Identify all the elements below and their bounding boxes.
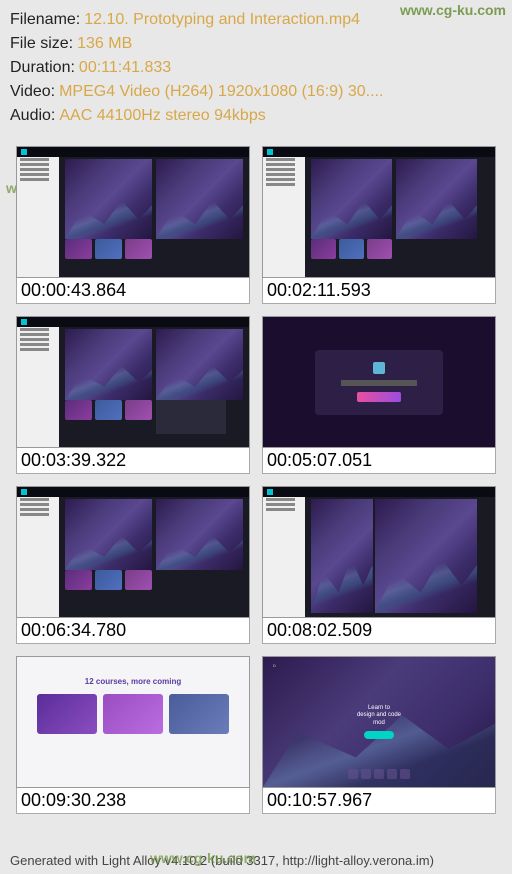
thumbnail-image: D Learn todesign and codemod (262, 656, 496, 788)
app-sidebar (17, 487, 59, 617)
hero-nav: D (273, 663, 485, 668)
thumbnail-image (16, 486, 250, 618)
app-topbar (17, 487, 249, 497)
timecode: 00:03:39.322 (16, 448, 250, 474)
course-card (169, 694, 229, 734)
app-rightpanel (483, 147, 495, 277)
timecode: 00:09:30.238 (16, 788, 250, 814)
info-row-filesize: File size: 136 MB (10, 32, 502, 56)
course-card (37, 694, 97, 734)
app-sidebar (263, 147, 305, 277)
video-label: Video: (10, 80, 55, 104)
thumbnail-8: D Learn todesign and codemod 00:10:57.96… (262, 656, 496, 814)
timecode: 00:05:07.051 (262, 448, 496, 474)
timecode: 00:00:43.864 (16, 278, 250, 304)
info-row-video: Video: MPEG4 Video (H264) 1920x1080 (16:… (10, 80, 502, 104)
app-canvas (59, 147, 249, 277)
hero-cta-button (364, 731, 394, 739)
timecode: 00:10:57.967 (262, 788, 496, 814)
app-canvas (305, 147, 483, 277)
app-topbar (17, 147, 249, 157)
timecode: 00:02:11.593 (262, 278, 496, 304)
modal-icon (373, 362, 385, 374)
hero-section: D Learn todesign and codemod (263, 657, 495, 787)
card-row (27, 694, 239, 734)
timecode: 00:08:02.509 (262, 618, 496, 644)
filename-value: 12.10. Prototyping and Interaction.mp4 (84, 8, 360, 32)
app-topbar (17, 317, 249, 327)
audio-value: AAC 44100Hz stereo 94kbps (59, 104, 265, 128)
hero-heading: Learn todesign and codemod (357, 705, 401, 727)
thumbnail-image (262, 146, 496, 278)
thumbnail-image (16, 316, 250, 448)
light-section: 12 courses, more coming (17, 657, 249, 787)
thumbnail-1: 00:00:43.864 (16, 146, 250, 304)
thumbnail-3: 00:03:39.322 (16, 316, 250, 474)
filename-label: Filename: (10, 8, 80, 32)
watermark-top: www.cg-ku.com (400, 2, 506, 18)
thumbnail-image (16, 146, 250, 278)
filesize-value: 136 MB (77, 32, 132, 56)
thumbnail-5: 00:06:34.780 (16, 486, 250, 644)
modal-button (357, 392, 402, 402)
timecode: 00:06:34.780 (16, 618, 250, 644)
app-topbar (263, 487, 495, 497)
section-heading: 12 courses, more coming (27, 677, 239, 686)
thumbnail-7: 12 courses, more coming 00:09:30.238 (16, 656, 250, 814)
hero-icon-row (348, 769, 410, 779)
thumbnail-6: 00:08:02.509 (262, 486, 496, 644)
app-sidebar (17, 147, 59, 277)
app-sidebar (17, 317, 59, 447)
info-row-duration: Duration: 00:11:41.833 (10, 56, 502, 80)
audio-label: Audio: (10, 104, 55, 128)
thumbnail-image (262, 486, 496, 618)
app-canvas (59, 317, 249, 447)
duration-label: Duration: (10, 56, 75, 80)
thumbnail-image: 12 courses, more coming (16, 656, 250, 788)
app-topbar (263, 147, 495, 157)
filesize-label: File size: (10, 32, 73, 56)
duration-value: 00:11:41.833 (79, 56, 171, 80)
thumbnail-4: 00:05:07.051 (262, 316, 496, 474)
course-card (103, 694, 163, 734)
modal-screen (263, 317, 495, 447)
file-info-panel: Filename: 12.10. Prototyping and Interac… (0, 0, 512, 136)
app-canvas (59, 487, 249, 617)
video-value: MPEG4 Video (H264) 1920x1080 (16:9) 30..… (59, 80, 383, 104)
app-canvas (305, 487, 483, 617)
thumbnail-image (262, 316, 496, 448)
modal-dialog (315, 350, 443, 415)
watermark-bottom: www.cg-ku.com (150, 850, 256, 866)
info-row-audio: Audio: AAC 44100Hz stereo 94kbps (10, 104, 502, 128)
thumbnail-grid: 00:00:43.864 00:02:11.593 (0, 136, 512, 824)
modal-text (341, 380, 418, 386)
app-sidebar (263, 487, 305, 617)
app-rightpanel (483, 487, 495, 617)
thumbnail-2: 00:02:11.593 (262, 146, 496, 304)
